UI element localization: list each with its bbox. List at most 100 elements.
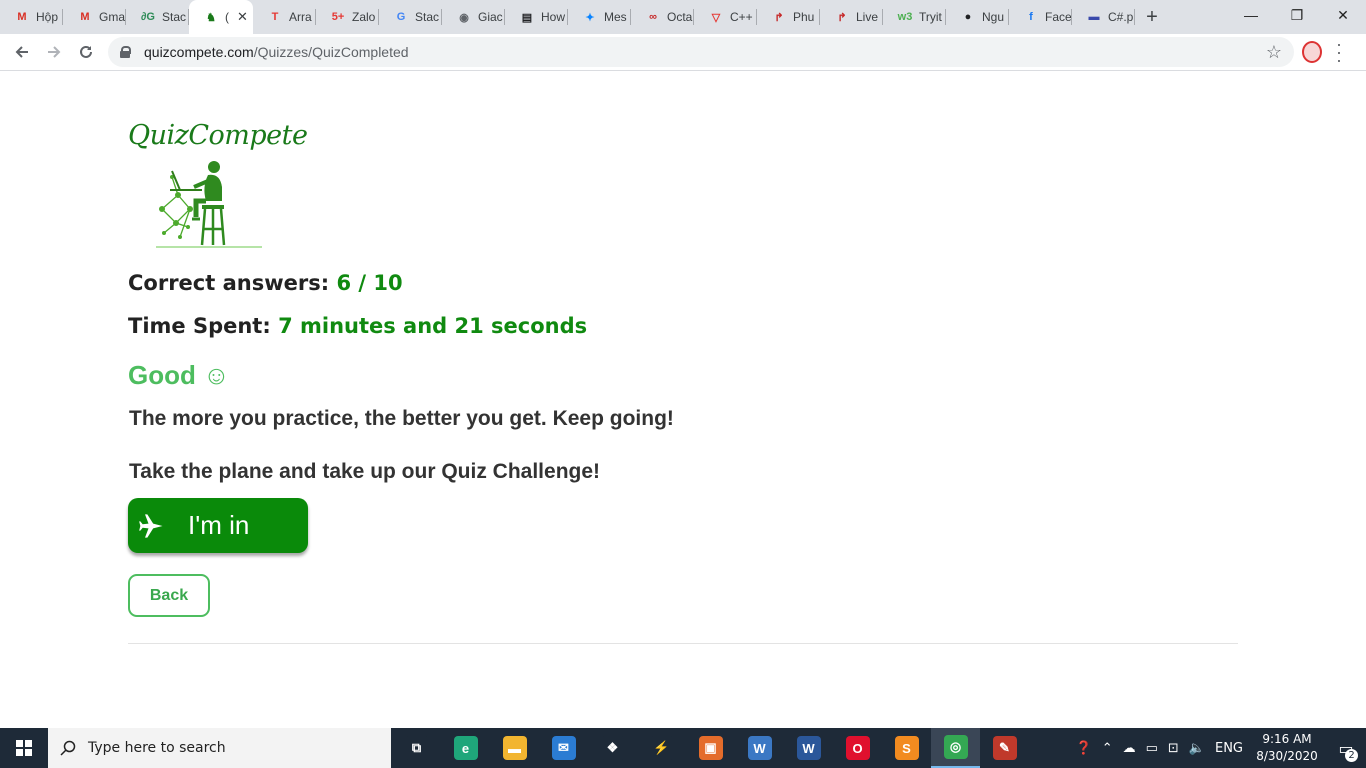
browser-tab[interactable]: ∂G Stac bbox=[126, 0, 189, 34]
tab-label: C++ bbox=[730, 10, 753, 24]
new-tab-button[interactable]: + bbox=[1135, 0, 1169, 34]
tab-strip: M Hộp M Gma ∂G Stac ♞ (✕ T Arra 5+ Zalo G Stac ◉ Giac ▤ H… bbox=[0, 0, 1366, 34]
battery-icon[interactable]: ▭ bbox=[1146, 741, 1158, 756]
zalo-icon: 5+ bbox=[331, 11, 345, 23]
stackoverflow-icon: ∂G bbox=[141, 11, 155, 23]
tab-label: Zalo bbox=[352, 10, 376, 24]
lock-icon[interactable] bbox=[120, 46, 131, 58]
im-in-button[interactable]: I'm in bbox=[128, 498, 308, 553]
tab-label: Live bbox=[856, 10, 879, 24]
tab-label: Ngu bbox=[982, 10, 1005, 24]
taskbar-app[interactable]: ✎ bbox=[980, 728, 1029, 768]
gmail-icon: M bbox=[80, 11, 90, 23]
browser-tab[interactable]: ↱ Phu bbox=[757, 0, 820, 34]
extension-icon[interactable] bbox=[1302, 41, 1322, 63]
c-plus-plus-icon: ▽ bbox=[711, 11, 721, 24]
time-spent-value: 7 minutes and 21 seconds bbox=[278, 314, 588, 338]
browser-tab[interactable]: ▽ C++ bbox=[694, 0, 757, 34]
volume-icon[interactable]: 🔈 bbox=[1189, 741, 1205, 756]
back-arrow-icon[interactable] bbox=[6, 36, 38, 68]
browser-tab[interactable]: ♞ (✕ bbox=[189, 0, 253, 34]
browser-tab[interactable]: ↱ Live bbox=[820, 0, 883, 34]
browser-tab[interactable]: ● Ngu bbox=[946, 0, 1009, 34]
taskbar-app[interactable]: e bbox=[441, 728, 490, 768]
forward-arrow-icon[interactable] bbox=[38, 36, 70, 68]
browser-tab[interactable]: 5+ Zalo bbox=[316, 0, 379, 34]
result-rating: Good ☺ bbox=[128, 360, 230, 390]
chrome-icon: ◎ bbox=[943, 735, 968, 759]
flag-icon: ▬ bbox=[1088, 11, 1100, 23]
browser-tab[interactable]: ▤ How bbox=[505, 0, 568, 34]
octa-icon: ∞ bbox=[649, 11, 657, 23]
facebook-icon: f bbox=[1029, 11, 1033, 23]
taskbar-app[interactable]: S bbox=[882, 728, 931, 768]
close-tab-icon[interactable]: ✕ bbox=[237, 9, 248, 25]
browser-tab[interactable]: f Face bbox=[1009, 0, 1072, 34]
dropbox-icon: ❖ bbox=[600, 736, 625, 760]
close-button[interactable]: ✕ bbox=[1320, 0, 1366, 30]
tab-label: Arra bbox=[289, 10, 312, 24]
taskbar-app[interactable]: ✉ bbox=[539, 728, 588, 768]
browser-menu-icon[interactable]: · · · bbox=[1336, 35, 1342, 69]
taskbar-app[interactable]: ❖ bbox=[588, 728, 637, 768]
browser-tab[interactable]: ◉ Giac bbox=[442, 0, 505, 34]
challenge-text: Take the plane and take up our Quiz Chal… bbox=[129, 460, 601, 483]
browser-tab[interactable]: ✦ Mes bbox=[568, 0, 631, 34]
browser-tab[interactable]: G Stac bbox=[379, 0, 442, 34]
browser-tab[interactable]: ▬ C#.p bbox=[1072, 0, 1135, 34]
taskbar-app[interactable]: ⚡ bbox=[637, 728, 686, 768]
windows-start-icon[interactable] bbox=[0, 728, 48, 768]
tab-label: Mes bbox=[604, 10, 627, 24]
reload-icon[interactable] bbox=[70, 36, 102, 68]
globe-icon: ◉ bbox=[459, 11, 469, 24]
site-logo-text[interactable]: QuizCompete bbox=[128, 120, 308, 151]
back-button[interactable]: Back bbox=[128, 574, 210, 617]
browser-tab[interactable]: M Gma bbox=[63, 0, 126, 34]
bookmark-star-icon[interactable]: ☆ bbox=[1266, 42, 1282, 63]
maximize-button[interactable]: ❐ bbox=[1274, 0, 1320, 30]
help-icon[interactable]: ❓ bbox=[1076, 741, 1092, 756]
redirect-icon: ↱ bbox=[837, 11, 847, 24]
taskbar-app[interactable]: W bbox=[735, 728, 784, 768]
paint-icon: ✎ bbox=[992, 736, 1017, 760]
browser-tab[interactable]: ∞ Octa bbox=[631, 0, 694, 34]
time-spent-label: Time Spent: bbox=[128, 314, 271, 338]
correct-answers-label: Correct answers: bbox=[128, 271, 330, 295]
url-host: quizcompete.com bbox=[144, 44, 254, 60]
correct-answers: Correct answers: 6 / 10 bbox=[128, 271, 403, 295]
tab-label: Gma bbox=[99, 10, 126, 24]
address-bar[interactable]: quizcompete.com/Quizzes/QuizCompleted ☆ bbox=[108, 37, 1294, 67]
taskbar-app[interactable]: ⧉ bbox=[392, 728, 441, 768]
network-icon[interactable]: ⊡ bbox=[1168, 741, 1179, 756]
encouragement-text: The more you practice, the better you ge… bbox=[129, 407, 674, 430]
chevron-up-icon[interactable]: ⌃ bbox=[1102, 741, 1113, 756]
correct-answers-value: 6 / 10 bbox=[336, 271, 403, 295]
tab-list: M Hộp M Gma ∂G Stac ♞ (✕ T Arra 5+ Zalo G Stac ◉ Giac ▤ H… bbox=[0, 0, 1135, 34]
browser-tab[interactable]: w3 Tryit bbox=[883, 0, 946, 34]
tab-label: ( bbox=[225, 10, 229, 24]
clock[interactable]: 9:16 AM 8/30/2020 bbox=[1248, 731, 1326, 765]
task-view-icon: ⧉ bbox=[404, 736, 429, 760]
divider bbox=[128, 643, 1238, 644]
file-explorer-icon: ▬ bbox=[502, 736, 527, 760]
cloud-icon[interactable]: ☁ bbox=[1123, 741, 1136, 756]
app-window: M Hộp M Gma ∂G Stac ♞ (✕ T Arra 5+ Zalo G Stac ◉ Giac ▤ H… bbox=[0, 0, 1366, 768]
browser-tab[interactable]: T Arra bbox=[253, 0, 316, 34]
minimize-button[interactable]: — bbox=[1228, 0, 1274, 30]
taskbar-app[interactable]: ◎ bbox=[931, 728, 980, 768]
search-icon bbox=[60, 740, 76, 756]
page-content: QuizCompete Correct answers: 6 / 10 Time… bbox=[0, 71, 1366, 728]
clock-date: 8/30/2020 bbox=[1256, 749, 1318, 763]
language-indicator[interactable]: ENG bbox=[1215, 741, 1243, 756]
taskbar-search[interactable]: Type here to search bbox=[48, 728, 391, 768]
browser-tab[interactable]: M Hộp bbox=[0, 0, 63, 34]
taskbar-app[interactable]: W bbox=[784, 728, 833, 768]
taskbar-app[interactable]: O bbox=[833, 728, 882, 768]
tab-label: Octa bbox=[667, 10, 693, 24]
system-tray: ❓ ⌃ ☁ ▭ ⊡ 🔈 ENG 9:16 AM 8/30/2020 ▭ 2 bbox=[1071, 728, 1366, 768]
notification-icon[interactable]: ▭ 2 bbox=[1326, 739, 1366, 762]
taskbar-app[interactable]: ▣ bbox=[686, 728, 735, 768]
taskbar-app[interactable]: ▬ bbox=[490, 728, 539, 768]
presentation-icon: ▣ bbox=[698, 736, 723, 760]
github-icon: ● bbox=[964, 11, 972, 23]
